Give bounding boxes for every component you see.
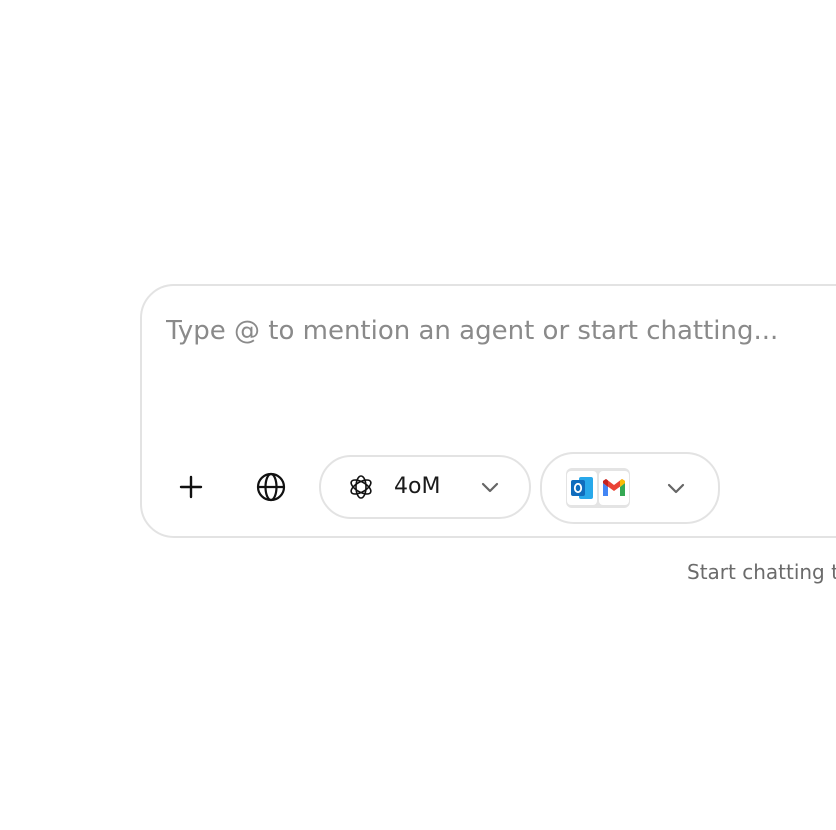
chat-composer: 4oM xyxy=(140,284,836,538)
footer-note: Start chatting t xyxy=(687,560,836,584)
openai-logo-icon xyxy=(350,475,372,499)
globe-icon xyxy=(256,472,286,502)
page: 4oM xyxy=(0,0,836,830)
outlook-icon xyxy=(571,477,593,499)
gmail-tile xyxy=(599,471,629,505)
add-attachment-button[interactable] xyxy=(167,463,215,511)
gmail-icon xyxy=(603,479,625,496)
connectors-selector[interactable] xyxy=(540,452,720,524)
web-search-button[interactable] xyxy=(247,463,295,511)
chevron-down-icon xyxy=(481,482,499,493)
plus-icon xyxy=(179,475,203,499)
connected-apps xyxy=(566,468,630,508)
outlook-tile xyxy=(567,471,597,505)
model-selector[interactable]: 4oM xyxy=(319,455,531,519)
model-label: 4oM xyxy=(394,474,441,499)
chat-input[interactable] xyxy=(166,316,836,346)
chevron-down-icon xyxy=(667,483,685,494)
